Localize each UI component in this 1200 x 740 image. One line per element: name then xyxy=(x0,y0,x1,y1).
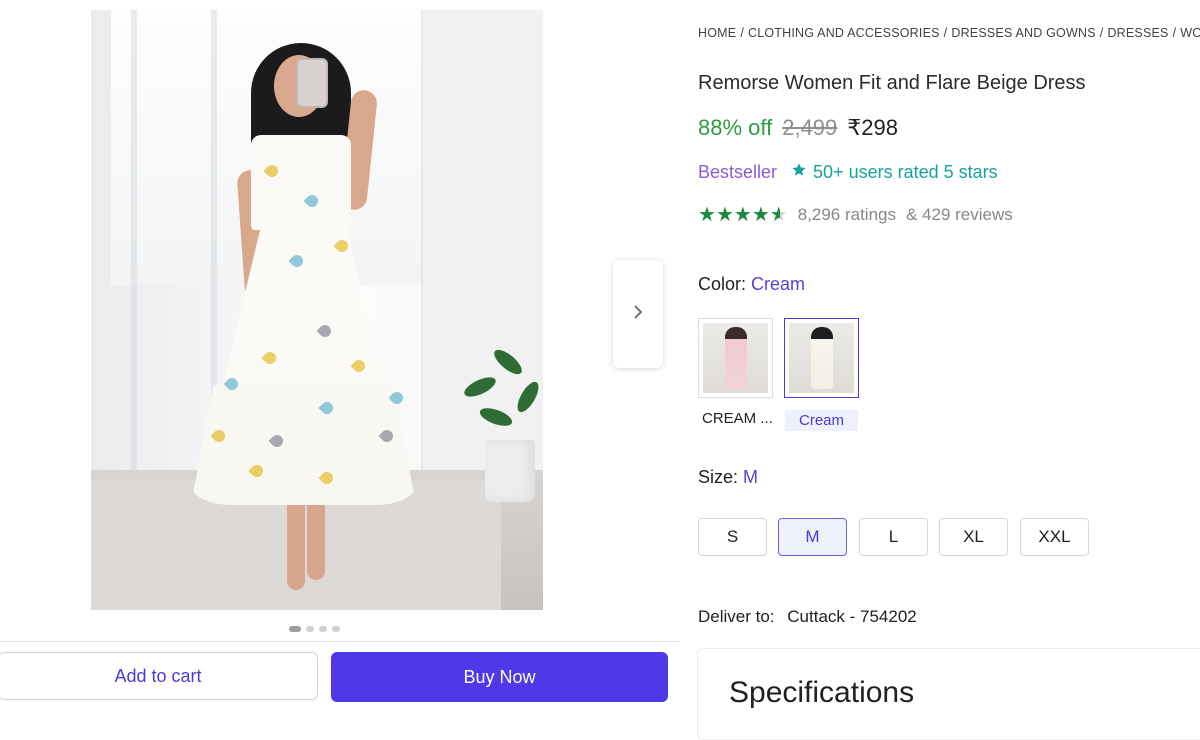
product-title: Remorse Women Fit and Flare Beige Dress xyxy=(698,72,1086,94)
chevron-right-icon xyxy=(632,304,644,325)
photo-dress-bodice xyxy=(251,135,351,230)
color-swatch-caption-selected: Cream xyxy=(785,410,859,431)
size-option-xxl[interactable]: XXL xyxy=(1020,518,1089,556)
star-full-icon: ★ xyxy=(733,204,752,226)
breadcrumb-home[interactable]: HOME xyxy=(698,26,736,40)
carousel-dot[interactable] xyxy=(306,626,314,632)
breadcrumb-dresses-gowns[interactable]: DRESSES AND GOWNS xyxy=(951,26,1095,40)
selected-color: Cream xyxy=(751,274,806,294)
ratings-row[interactable]: ★ ★ ★ ★ ★ 8,296 ratings & 429 reviews xyxy=(698,205,1013,225)
star-badge-icon xyxy=(791,162,807,183)
star-full-icon: ★ xyxy=(698,204,716,226)
color-label: Color: Cream xyxy=(698,274,805,295)
star-full-icon: ★ xyxy=(715,204,734,226)
carousel-dots xyxy=(289,626,340,634)
selling-price: ₹298 xyxy=(847,115,898,140)
size-option-l[interactable]: L xyxy=(859,518,928,556)
photo-curtain xyxy=(131,10,137,480)
reviews-count: & 429 reviews xyxy=(905,205,1013,224)
original-price: 2,499 xyxy=(782,115,838,140)
size-label-text: Size: xyxy=(698,467,739,487)
specifications-title: Specifications xyxy=(729,676,915,709)
product-badges: Bestseller 50+ users rated 5 stars xyxy=(698,162,998,183)
discount-percent: 88% off xyxy=(698,115,773,140)
product-image[interactable] xyxy=(91,10,543,610)
carousel-dot[interactable] xyxy=(319,626,327,632)
size-option-s[interactable]: S xyxy=(698,518,767,556)
top-rated-text: 50+ users rated 5 stars xyxy=(813,162,998,182)
add-to-cart-button[interactable]: Add to cart xyxy=(0,652,318,700)
photo-phone xyxy=(296,58,328,108)
delivery-location[interactable]: Deliver to: Cuttack - 754202 xyxy=(698,607,917,627)
size-option-m[interactable]: M xyxy=(778,518,847,556)
carousel-dot[interactable] xyxy=(289,626,301,632)
star-full-icon: ★ xyxy=(751,204,770,226)
selected-size: M xyxy=(743,467,759,487)
swatch-model xyxy=(725,327,747,389)
star-half-icon: ★ xyxy=(769,204,788,226)
breadcrumb-women[interactable]: WOMEN xyxy=(1180,26,1200,40)
rating-stars: ★ ★ ★ ★ ★ xyxy=(698,205,788,225)
delivery-label: Deliver to: xyxy=(698,607,775,626)
color-swatch-cream[interactable] xyxy=(784,318,859,398)
bestseller-badge: Bestseller xyxy=(698,162,778,182)
breadcrumb-clothing[interactable]: CLOTHING AND ACCESSORIES xyxy=(748,26,940,40)
breadcrumb-dresses[interactable]: DRESSES xyxy=(1107,26,1168,40)
color-swatch-cream-pink[interactable] xyxy=(698,318,773,398)
photo-plant-pot xyxy=(485,440,535,502)
size-option-xl[interactable]: XL xyxy=(939,518,1008,556)
photo-model-leg xyxy=(287,490,305,590)
delivery-pincode: Cuttack - 754202 xyxy=(787,607,917,626)
breadcrumb: HOME / CLOTHING AND ACCESSORIES / DRESSES AN… xyxy=(698,26,1200,40)
buy-now-button[interactable]: Buy Now xyxy=(331,652,668,702)
ratings-count: 8,296 ratings xyxy=(797,205,896,224)
color-swatch-caption: CREAM ... xyxy=(702,410,773,427)
price-row: 88% off 2,499 ₹298 xyxy=(698,115,898,141)
top-rated-badge: 50+ users rated 5 stars xyxy=(791,162,998,183)
image-next-button[interactable] xyxy=(613,260,663,368)
carousel-dot[interactable] xyxy=(332,626,340,632)
color-label-text: Color: xyxy=(698,274,747,294)
size-label: Size: M xyxy=(698,467,758,488)
photo-dress-ruffle xyxy=(191,385,416,505)
swatch-model xyxy=(811,327,833,389)
